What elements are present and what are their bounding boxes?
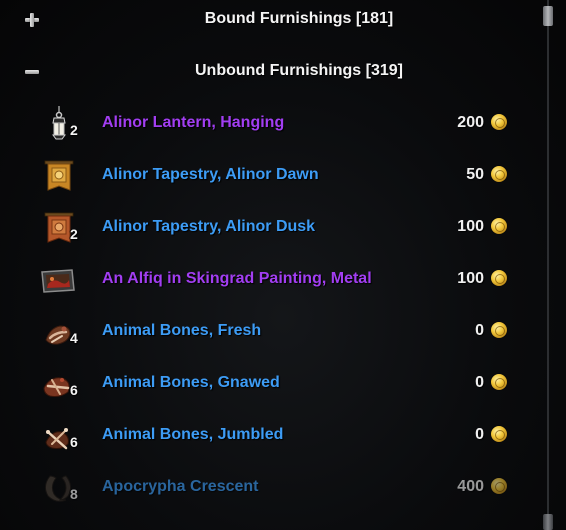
tapestry-icon bbox=[40, 158, 76, 194]
gold-coin-icon bbox=[491, 270, 507, 286]
item-price: 0 bbox=[475, 426, 484, 443]
item-price: 400 bbox=[457, 478, 484, 495]
item-name: Animal Bones, Fresh bbox=[102, 322, 262, 339]
category-label: Bound Furnishings [181] bbox=[204, 10, 394, 27]
item-name: Alinor Tapestry, Alinor Dawn bbox=[102, 166, 319, 183]
list-item[interactable]: 2 Alinor Tapestry, Alinor Dusk 100 bbox=[0, 202, 538, 254]
item-price: 50 bbox=[466, 166, 484, 183]
item-price: 0 bbox=[475, 322, 484, 339]
gold-coin-icon bbox=[491, 426, 507, 442]
scrollbar[interactable] bbox=[542, 0, 554, 530]
item-price: 100 bbox=[457, 270, 484, 287]
item-name: Alinor Tapestry, Alinor Dusk bbox=[102, 218, 316, 235]
gold-coin-icon bbox=[491, 478, 507, 494]
list-item[interactable]: 6 Animal Bones, Jumbled 0 bbox=[0, 410, 538, 462]
minus-icon[interactable] bbox=[24, 64, 40, 80]
item-price: 0 bbox=[475, 374, 484, 391]
item-quantity: 6 bbox=[70, 434, 78, 450]
item-quantity: 6 bbox=[70, 382, 78, 398]
item-quantity: 8 bbox=[70, 486, 78, 502]
scroll-track[interactable] bbox=[547, 0, 549, 530]
item-quantity: 2 bbox=[70, 122, 78, 138]
gold-coin-icon bbox=[491, 166, 507, 182]
gold-coin-icon bbox=[491, 374, 507, 390]
gold-coin-icon bbox=[491, 114, 507, 130]
list-item[interactable]: 6 Animal Bones, Gnawed 0 bbox=[0, 358, 538, 410]
item-quantity: 4 bbox=[70, 330, 78, 346]
category-bound-furnishings[interactable]: Bound Furnishings [181] bbox=[0, 2, 538, 38]
plus-icon[interactable] bbox=[24, 12, 40, 28]
item-price: 200 bbox=[457, 114, 484, 131]
list-item[interactable]: 2 Alinor Lantern, Hanging 200 bbox=[0, 98, 538, 150]
gold-coin-icon bbox=[491, 322, 507, 338]
item-name: Alinor Lantern, Hanging bbox=[102, 114, 285, 131]
furnishings-list: Bound Furnishings [181] Unbound Furnishi… bbox=[0, 0, 538, 530]
item-name: Apocrypha Crescent bbox=[102, 478, 259, 495]
item-name: Animal Bones, Gnawed bbox=[102, 374, 280, 391]
list-item[interactable]: 4 Animal Bones, Fresh 0 bbox=[0, 306, 538, 358]
item-name: Animal Bones, Jumbled bbox=[102, 426, 284, 443]
painting-icon bbox=[40, 262, 76, 298]
list-item[interactable]: An Alfiq in Skingrad Painting, Metal 100 bbox=[0, 254, 538, 306]
item-price: 100 bbox=[457, 218, 484, 235]
list-item[interactable]: Alinor Tapestry, Alinor Dawn 50 bbox=[0, 150, 538, 202]
gold-coin-icon bbox=[491, 218, 507, 234]
list-item[interactable]: 8 Apocrypha Crescent 400 bbox=[0, 462, 538, 514]
category-unbound-furnishings[interactable]: Unbound Furnishings [319] bbox=[0, 54, 538, 90]
item-name: An Alfiq in Skingrad Painting, Metal bbox=[102, 270, 372, 287]
scroll-end-cap bbox=[543, 514, 553, 530]
category-label: Unbound Furnishings [319] bbox=[195, 62, 403, 79]
scroll-thumb[interactable] bbox=[543, 6, 553, 26]
item-quantity: 2 bbox=[70, 226, 78, 242]
